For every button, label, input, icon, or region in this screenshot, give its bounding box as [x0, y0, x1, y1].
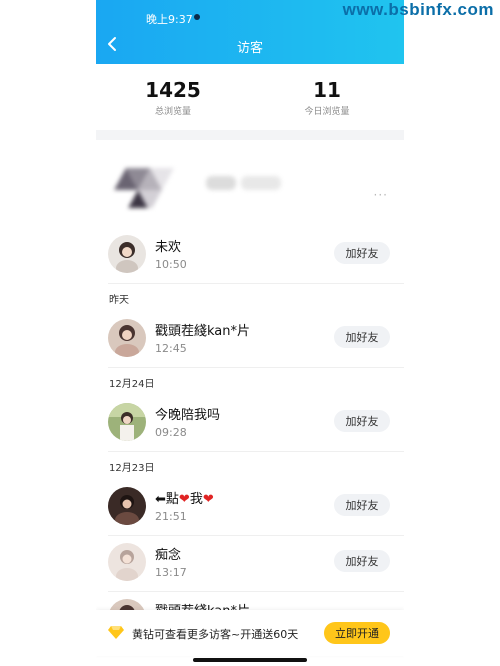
visit-time: 13:17: [155, 566, 187, 579]
add-friend-button[interactable]: 加好友: [334, 494, 390, 516]
visitor-list: 未欢 10:50 加好友 昨天 戳頭茬綫kan*片 12:45 加好友 12月2…: [96, 228, 404, 648]
visit-time: 10:50: [155, 258, 187, 271]
stat-today-label: 今日浏览量: [304, 107, 350, 117]
activate-now-button[interactable]: 立即开通: [324, 622, 390, 644]
avatar[interactable]: [108, 235, 146, 273]
section-label: 12月23日: [109, 463, 155, 474]
diamond-icon: [108, 626, 124, 639]
avatar[interactable]: [108, 543, 146, 581]
visitor-name-mid: 我: [189, 492, 203, 507]
promo-text: 黄钻可查看更多访客~开通送60天: [132, 628, 299, 641]
list-item[interactable]: 痴念 13:17 加好友: [96, 536, 404, 592]
section-header: 12月23日: [96, 452, 404, 480]
stat-total-label: 总浏览量: [154, 107, 191, 117]
stat-total-value: 1425: [145, 78, 201, 102]
phone-screen: 晚上9:37 访客 1425 总浏览量 11 今日浏览量 ··· 未欢 10:5…: [96, 0, 404, 666]
watermark: www.bsbinfx.com: [342, 0, 494, 19]
visitor-name: ⬅點❤我❤: [155, 488, 214, 507]
section-label: 昨天: [109, 295, 129, 306]
list-item[interactable]: 戳頭茬綫kan*片 12:45 加好友: [96, 312, 404, 368]
section-label: 12月24日: [109, 379, 155, 390]
list-item[interactable]: ⬅點❤我❤ 21:51 加好友: [96, 480, 404, 536]
status-indicator-icon: [194, 14, 200, 20]
blurred-banner-image: [114, 168, 281, 208]
section-header: 12月24日: [96, 368, 404, 396]
list-item[interactable]: 未欢 10:50 加好友: [96, 228, 404, 284]
stat-today-value: 11: [313, 78, 341, 102]
visitor-name: 戳頭茬綫kan*片: [155, 324, 251, 339]
vip-promo-bar: 黄钻可查看更多访客~开通送60天 立即开通: [96, 610, 404, 656]
more-options-icon[interactable]: ···: [374, 188, 388, 202]
visit-time: 12:45: [155, 342, 187, 355]
add-friend-button[interactable]: 加好友: [334, 410, 390, 432]
stat-total-views: 1425 总浏览量: [113, 78, 233, 117]
stats-panel: 1425 总浏览量 11 今日浏览量: [96, 64, 404, 130]
visitor-name: 未欢: [155, 240, 182, 255]
heart-icon: ❤: [202, 492, 214, 507]
page-title: 访客: [236, 41, 263, 56]
blurred-banner[interactable]: ···: [96, 140, 404, 228]
heart-icon: ❤: [178, 492, 190, 507]
visitor-name: 痴念: [155, 548, 182, 563]
section-separator: [96, 130, 404, 140]
avatar[interactable]: [108, 319, 146, 357]
list-item[interactable]: 今晚陪我吗 09:28 加好友: [96, 396, 404, 452]
visitor-name-prefix: ⬅點: [155, 492, 179, 507]
avatar[interactable]: [108, 403, 146, 441]
add-friend-button[interactable]: 加好友: [334, 326, 390, 348]
section-header: 昨天: [96, 284, 404, 312]
visit-time: 21:51: [155, 510, 187, 523]
avatar[interactable]: [108, 487, 146, 525]
visitor-name: 今晚陪我吗: [155, 408, 221, 423]
add-friend-button[interactable]: 加好友: [334, 550, 390, 572]
stat-today-views: 11 今日浏览量: [267, 78, 387, 117]
add-friend-button[interactable]: 加好友: [334, 242, 390, 264]
status-time: 晚上9:37: [146, 13, 193, 26]
visit-time: 09:28: [155, 426, 187, 439]
home-indicator: [193, 658, 307, 662]
